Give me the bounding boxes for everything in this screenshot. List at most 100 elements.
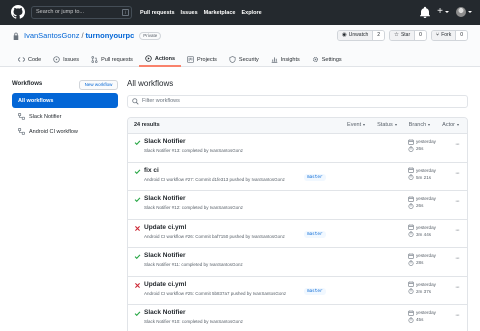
tab-actions[interactable]: Actions bbox=[138, 52, 182, 67]
project-icon bbox=[187, 56, 194, 63]
filter-branch-dropdown[interactable]: Branch bbox=[409, 122, 430, 128]
kebab-menu-icon[interactable]: ··· bbox=[455, 198, 460, 205]
fork-button[interactable]: ⑂ Fork 0 bbox=[430, 30, 468, 41]
sidebar-item-all-workflows[interactable]: All workflows bbox=[12, 93, 118, 108]
repo-owner-link[interactable]: IvanSantosGonz bbox=[24, 31, 79, 40]
run-date: yesterday bbox=[416, 281, 436, 287]
run-duration: 2m 37s bbox=[416, 288, 432, 294]
watch-count[interactable]: 2 bbox=[373, 31, 385, 40]
chevron-down-icon[interactable] bbox=[445, 11, 449, 13]
nav-pull-requests[interactable]: Pull requests bbox=[140, 10, 175, 16]
nav-explore[interactable]: Explore bbox=[241, 10, 261, 16]
filter-status-dropdown[interactable]: Status bbox=[377, 122, 397, 128]
tab-label: Actions bbox=[154, 55, 176, 62]
workflow-run-row[interactable]: Slack Notifier Slack Notifier #11: comple… bbox=[128, 248, 467, 277]
avatar[interactable] bbox=[456, 7, 466, 17]
run-title-link[interactable]: Update ci.yml bbox=[144, 224, 186, 231]
run-duration: 26s bbox=[416, 203, 424, 208]
tab-settings[interactable]: Settings bbox=[306, 52, 348, 67]
fork-label: Fork bbox=[441, 32, 452, 38]
repo-name-link[interactable]: turnonyourpc bbox=[86, 31, 135, 40]
workflow-icon bbox=[18, 128, 25, 135]
workflow-run-row[interactable]: Update ci.yml Android CI workflow #25: Co… bbox=[128, 277, 467, 305]
star-button[interactable]: ☆ Star 0 bbox=[389, 30, 427, 41]
branch-badge[interactable]: master bbox=[304, 230, 326, 238]
search-placeholder: Search or jump to... bbox=[36, 9, 84, 15]
run-date: yesterday bbox=[416, 196, 436, 201]
gear-icon bbox=[312, 56, 318, 63]
tab-label: Issues bbox=[63, 56, 80, 63]
workflow-run-row[interactable]: Slack Notifier Slack Notifier #12: comple… bbox=[128, 191, 467, 220]
x-icon bbox=[135, 225, 140, 231]
tab-issues[interactable]: Issues bbox=[47, 52, 85, 67]
kebab-menu-icon[interactable]: ··· bbox=[455, 312, 460, 319]
tab-code[interactable]: Code bbox=[12, 52, 47, 67]
github-logo-icon[interactable] bbox=[11, 5, 25, 19]
run-title-link[interactable]: Slack Notifier bbox=[144, 195, 186, 202]
global-search-input[interactable]: Search or jump to... / bbox=[31, 6, 132, 19]
create-new-icon[interactable]: + bbox=[437, 6, 443, 18]
filter-actor-dropdown[interactable]: Actor bbox=[442, 122, 459, 128]
workflow-run-row[interactable]: fix ci Android CI workflow #27: Commit d1… bbox=[128, 163, 467, 191]
code-icon bbox=[18, 57, 25, 62]
run-title-link[interactable]: Slack Notifier bbox=[144, 138, 186, 145]
branch-badge[interactable]: master bbox=[304, 173, 326, 181]
page-title: All workflows bbox=[127, 79, 174, 88]
unwatch-label: Unwatch bbox=[348, 32, 369, 38]
kebab-menu-icon[interactable]: ··· bbox=[455, 255, 460, 262]
filter-workflows-input[interactable]: Filter workflows bbox=[127, 95, 468, 108]
tab-label: Settings bbox=[321, 56, 342, 63]
bell-icon[interactable] bbox=[420, 6, 431, 18]
calendar-icon bbox=[408, 224, 414, 230]
run-meta: Slack Notifier #10: completed by IvanSan… bbox=[144, 319, 244, 324]
run-date: yesterday bbox=[416, 253, 436, 258]
repo-actions: ◉ Unwatch 2 ☆ Star 0 ⑂ Fork 0 bbox=[336, 30, 468, 41]
star-count[interactable]: 0 bbox=[415, 31, 426, 40]
filter-placeholder: Filter workflows bbox=[142, 98, 180, 104]
calendar-icon bbox=[408, 138, 414, 145]
repo-separator: / bbox=[81, 31, 84, 40]
tab-label: Security bbox=[238, 56, 259, 63]
tab-projects[interactable]: Projects bbox=[181, 52, 223, 67]
stopwatch-icon bbox=[408, 231, 414, 237]
run-title-link[interactable]: Update ci.yml bbox=[144, 281, 186, 288]
workflow-run-row[interactable]: Update ci.yml Android CI workflow #26: Co… bbox=[128, 220, 467, 248]
kebab-menu-icon[interactable]: ··· bbox=[455, 284, 460, 291]
run-meta: Slack Notifier #13: completed by IvanSan… bbox=[144, 148, 244, 153]
run-duration: 28s bbox=[416, 260, 424, 265]
pull-request-icon bbox=[91, 56, 98, 63]
kebab-menu-icon[interactable]: ··· bbox=[455, 170, 460, 177]
check-icon bbox=[134, 311, 141, 317]
branch-badge[interactable]: master bbox=[304, 287, 326, 295]
run-title-link[interactable]: fix ci bbox=[144, 167, 159, 174]
unwatch-button[interactable]: ◉ Unwatch 2 bbox=[336, 30, 386, 41]
lock-icon bbox=[13, 32, 19, 40]
run-title-link[interactable]: Slack Notifier bbox=[144, 252, 186, 259]
sidebar-item-label: Slack Notifier bbox=[29, 113, 62, 120]
star-label: Star bbox=[400, 32, 411, 38]
chevron-down-icon[interactable] bbox=[468, 11, 472, 13]
kebab-menu-icon[interactable]: ··· bbox=[455, 141, 460, 148]
stopwatch-icon bbox=[408, 174, 414, 180]
tab-insights[interactable]: Insights bbox=[265, 52, 306, 67]
sidebar-item-android-ci[interactable]: Android CI workflow bbox=[12, 124, 118, 139]
fork-count[interactable]: 0 bbox=[456, 31, 467, 40]
kebab-menu-icon[interactable]: ··· bbox=[455, 227, 460, 234]
workflow-icon bbox=[18, 113, 25, 120]
new-workflow-button[interactable]: New workflow bbox=[79, 80, 118, 90]
sidebar-item-label: Android CI workflow bbox=[29, 128, 78, 135]
workflow-run-row[interactable]: Slack Notifier Slack Notifier #13: comple… bbox=[128, 134, 467, 163]
run-timing: yesterday 26s bbox=[408, 195, 436, 209]
sidebar-item-slack-notifier[interactable]: Slack Notifier bbox=[12, 109, 118, 124]
workflow-runs-list: 24 results Event Status Branch Actor Sla… bbox=[127, 117, 468, 331]
nav-issues[interactable]: Issues bbox=[181, 10, 198, 16]
check-icon bbox=[134, 197, 141, 203]
repo-title: IvanSantosGonz / turnonyourpc Private bbox=[12, 31, 162, 40]
tab-security[interactable]: Security bbox=[223, 52, 265, 67]
tab-pull-requests[interactable]: Pull requests bbox=[85, 52, 139, 67]
filter-event-dropdown[interactable]: Event bbox=[347, 122, 365, 128]
run-title-link[interactable]: Slack Notifier bbox=[144, 309, 186, 316]
stopwatch-icon bbox=[408, 259, 414, 266]
nav-marketplace[interactable]: Marketplace bbox=[204, 10, 236, 16]
workflow-run-row[interactable]: Slack Notifier Slack Notifier #10: comple… bbox=[128, 305, 467, 331]
